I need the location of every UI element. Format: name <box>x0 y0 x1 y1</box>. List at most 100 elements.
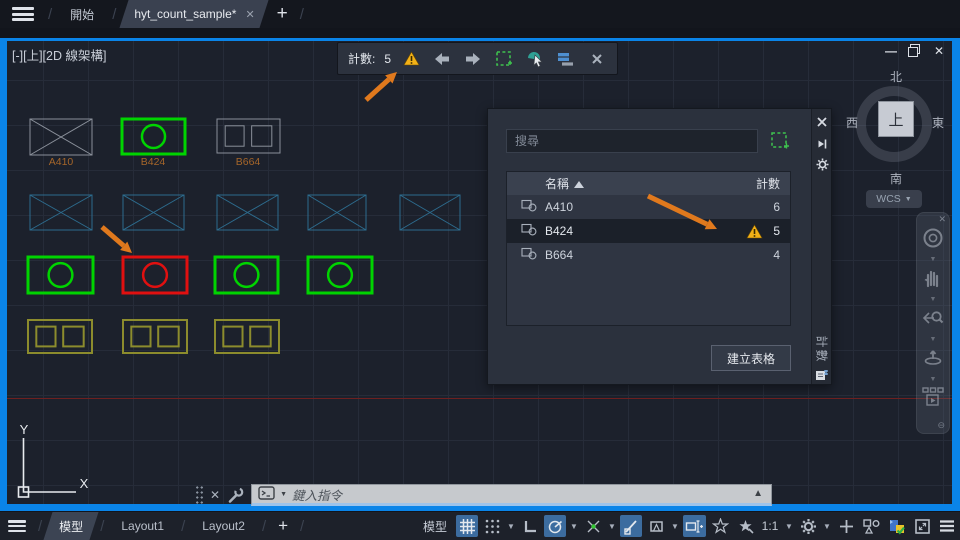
navbar-options-icon[interactable]: ⊖ <box>937 420 945 431</box>
nav-motion-icon[interactable] <box>922 387 944 410</box>
chevron-down-icon[interactable]: ▼ <box>822 522 832 531</box>
table-row-A410[interactable]: A410 6 <box>507 195 790 219</box>
command-placeholder: 鍵入指令 <box>292 488 343 503</box>
row-name: B424 <box>545 224 574 238</box>
tab-start[interactable]: 開始 <box>56 0 108 28</box>
wcs-dropdown[interactable]: WCS ▼ <box>866 190 922 208</box>
column-name-label: 名稱 <box>545 177 570 191</box>
nav-wheel-icon[interactable] <box>922 227 944 252</box>
chevron-down-icon[interactable]: ▼ <box>607 522 617 531</box>
count-toolbar: 計數: 5 <box>337 42 618 75</box>
annotation-scale-value: 1:1 <box>761 519 779 533</box>
block-label: A410 <box>48 156 74 168</box>
command-close-icon[interactable]: ✕ <box>210 488 220 502</box>
annotation-visibility-icon[interactable] <box>709 515 731 537</box>
pick-icon[interactable] <box>524 47 546 71</box>
palette-autohide-icon[interactable] <box>814 136 830 152</box>
layout-menu-icon[interactable] <box>8 520 26 532</box>
nav-hand-icon[interactable] <box>922 267 944 292</box>
tab-layout1[interactable]: Layout1 <box>108 512 177 540</box>
file-tab-bar: / 開始 / hyt_count_sample* ✕ + / <box>0 0 960 28</box>
palette-properties-icon[interactable] <box>814 156 830 172</box>
close-icon[interactable]: ✕ <box>932 44 946 58</box>
search-input[interactable] <box>506 129 758 153</box>
viewcube-north[interactable]: 北 <box>890 68 902 85</box>
prev-arrow-icon[interactable] <box>431 47 453 71</box>
viewcube-west[interactable]: 西 <box>846 114 858 131</box>
tab-separator: / <box>48 5 53 23</box>
command-input[interactable]: ▼ 鍵入指令 ▲ <box>251 484 772 506</box>
close-x-icon[interactable] <box>586 47 608 71</box>
palette-close-icon[interactable] <box>814 114 830 130</box>
new-layout-button[interactable]: + <box>270 513 296 539</box>
settings-gear-icon[interactable] <box>797 515 819 537</box>
table-row-B664[interactable]: B664 4 <box>507 243 790 267</box>
app-menu-icon[interactable] <box>12 7 34 21</box>
ortho-icon[interactable] <box>519 515 541 537</box>
chevron-down-icon[interactable]: ▼ <box>280 491 287 498</box>
layout-tabs: / 模型 / Layout1 / Layout2 / + / <box>0 512 308 540</box>
auto-scale-icon[interactable] <box>734 515 756 537</box>
tab-model[interactable]: 模型 <box>46 512 96 540</box>
viewcube-top-face[interactable]: 上 <box>878 101 914 137</box>
block-ref-icon <box>521 223 538 239</box>
viewcube: 北 南 西 東 上 WCS ▼ <box>846 64 946 208</box>
create-table-button[interactable]: 建立表格 <box>711 345 791 371</box>
new-drawing-button[interactable]: + <box>269 1 296 27</box>
count-table: 名稱 計數 A410 6 B424 5 B664 4 <box>506 171 791 326</box>
customization-menu-icon[interactable] <box>936 515 958 537</box>
tab-drawing-label: hyt_count_sample* <box>134 7 237 21</box>
minimize-icon[interactable]: — <box>884 44 898 58</box>
tab-drawing[interactable]: hyt_count_sample* ✕ <box>120 0 268 28</box>
navigation-bar: ✕ ▼ ▼ ▼ ▼ ⊖ <box>916 212 950 434</box>
chevron-down-icon[interactable]: ▼ <box>569 522 579 531</box>
chevron-down-icon: ▼ <box>929 376 937 383</box>
scale-icon[interactable]: 1:1 <box>759 515 781 537</box>
restore-icon[interactable] <box>908 44 922 57</box>
status-bar: / 模型 / Layout1 / Layout2 / + / 模型 ▼ ▼ ▼ ▼ 1:… <box>0 512 960 540</box>
snap-dots-icon[interactable] <box>481 515 503 537</box>
chevron-down-icon[interactable]: ▼ <box>506 522 516 531</box>
graphics-performance-icon[interactable] <box>886 515 908 537</box>
viewcube-east[interactable]: 東 <box>932 114 944 131</box>
table-header[interactable]: 名稱 計數 <box>507 172 790 195</box>
tab-separator: / <box>261 517 267 535</box>
tab-close-icon[interactable]: ✕ <box>245 8 254 21</box>
object-snap-icon[interactable] <box>620 515 642 537</box>
block-label: B664 <box>235 156 261 168</box>
viewcube-south[interactable]: 南 <box>890 170 902 187</box>
grid-icon[interactable] <box>456 515 478 537</box>
clean-screen-icon[interactable] <box>911 515 933 537</box>
select-objects-icon[interactable] <box>769 130 791 152</box>
chevron-down-icon: ▼ <box>904 195 912 203</box>
column-name[interactable]: 名稱 <box>545 175 585 192</box>
navbar-close-icon[interactable]: ✕ <box>938 214 946 225</box>
select-region-icon[interactable] <box>493 47 515 71</box>
count-palette-body: 名稱 計數 A410 6 B424 5 B664 4 建立表格 <box>488 109 811 384</box>
next-arrow-icon[interactable] <box>462 47 484 71</box>
warning-icon[interactable] <box>400 47 422 71</box>
crosshair-plus-icon[interactable] <box>835 515 857 537</box>
chevron-down-icon[interactable]: ▼ <box>670 522 680 531</box>
nav-orbit-icon[interactable] <box>922 347 944 372</box>
expand-history-icon[interactable]: ▲ <box>753 488 763 499</box>
column-count[interactable]: 計數 <box>756 175 780 192</box>
block-ref-icon <box>521 247 538 263</box>
annotation-objects-icon[interactable] <box>645 515 667 537</box>
chevron-down-icon[interactable]: ▼ <box>784 522 794 531</box>
object-snap-tracking-icon[interactable] <box>582 515 604 537</box>
tab-separator: / <box>38 517 43 535</box>
table-row-B424[interactable]: B424 5 <box>507 219 790 243</box>
command-drag-handle[interactable] <box>195 485 204 505</box>
wrench-icon[interactable] <box>227 487 244 504</box>
isolate-objects-icon[interactable] <box>860 515 883 537</box>
insert-table-icon[interactable] <box>555 47 577 71</box>
viewport-controls[interactable]: [-][上][2D 線架構] <box>12 45 106 64</box>
tab-separator: / <box>112 5 117 23</box>
tab-start-label: 開始 <box>70 7 95 22</box>
terminal-icon[interactable] <box>258 485 275 503</box>
polar-tracking-icon[interactable] <box>544 515 566 537</box>
nav-zoom-icon[interactable] <box>922 307 944 332</box>
dynamic-input-icon[interactable] <box>683 515 706 537</box>
tab-layout2[interactable]: Layout2 <box>189 512 258 540</box>
